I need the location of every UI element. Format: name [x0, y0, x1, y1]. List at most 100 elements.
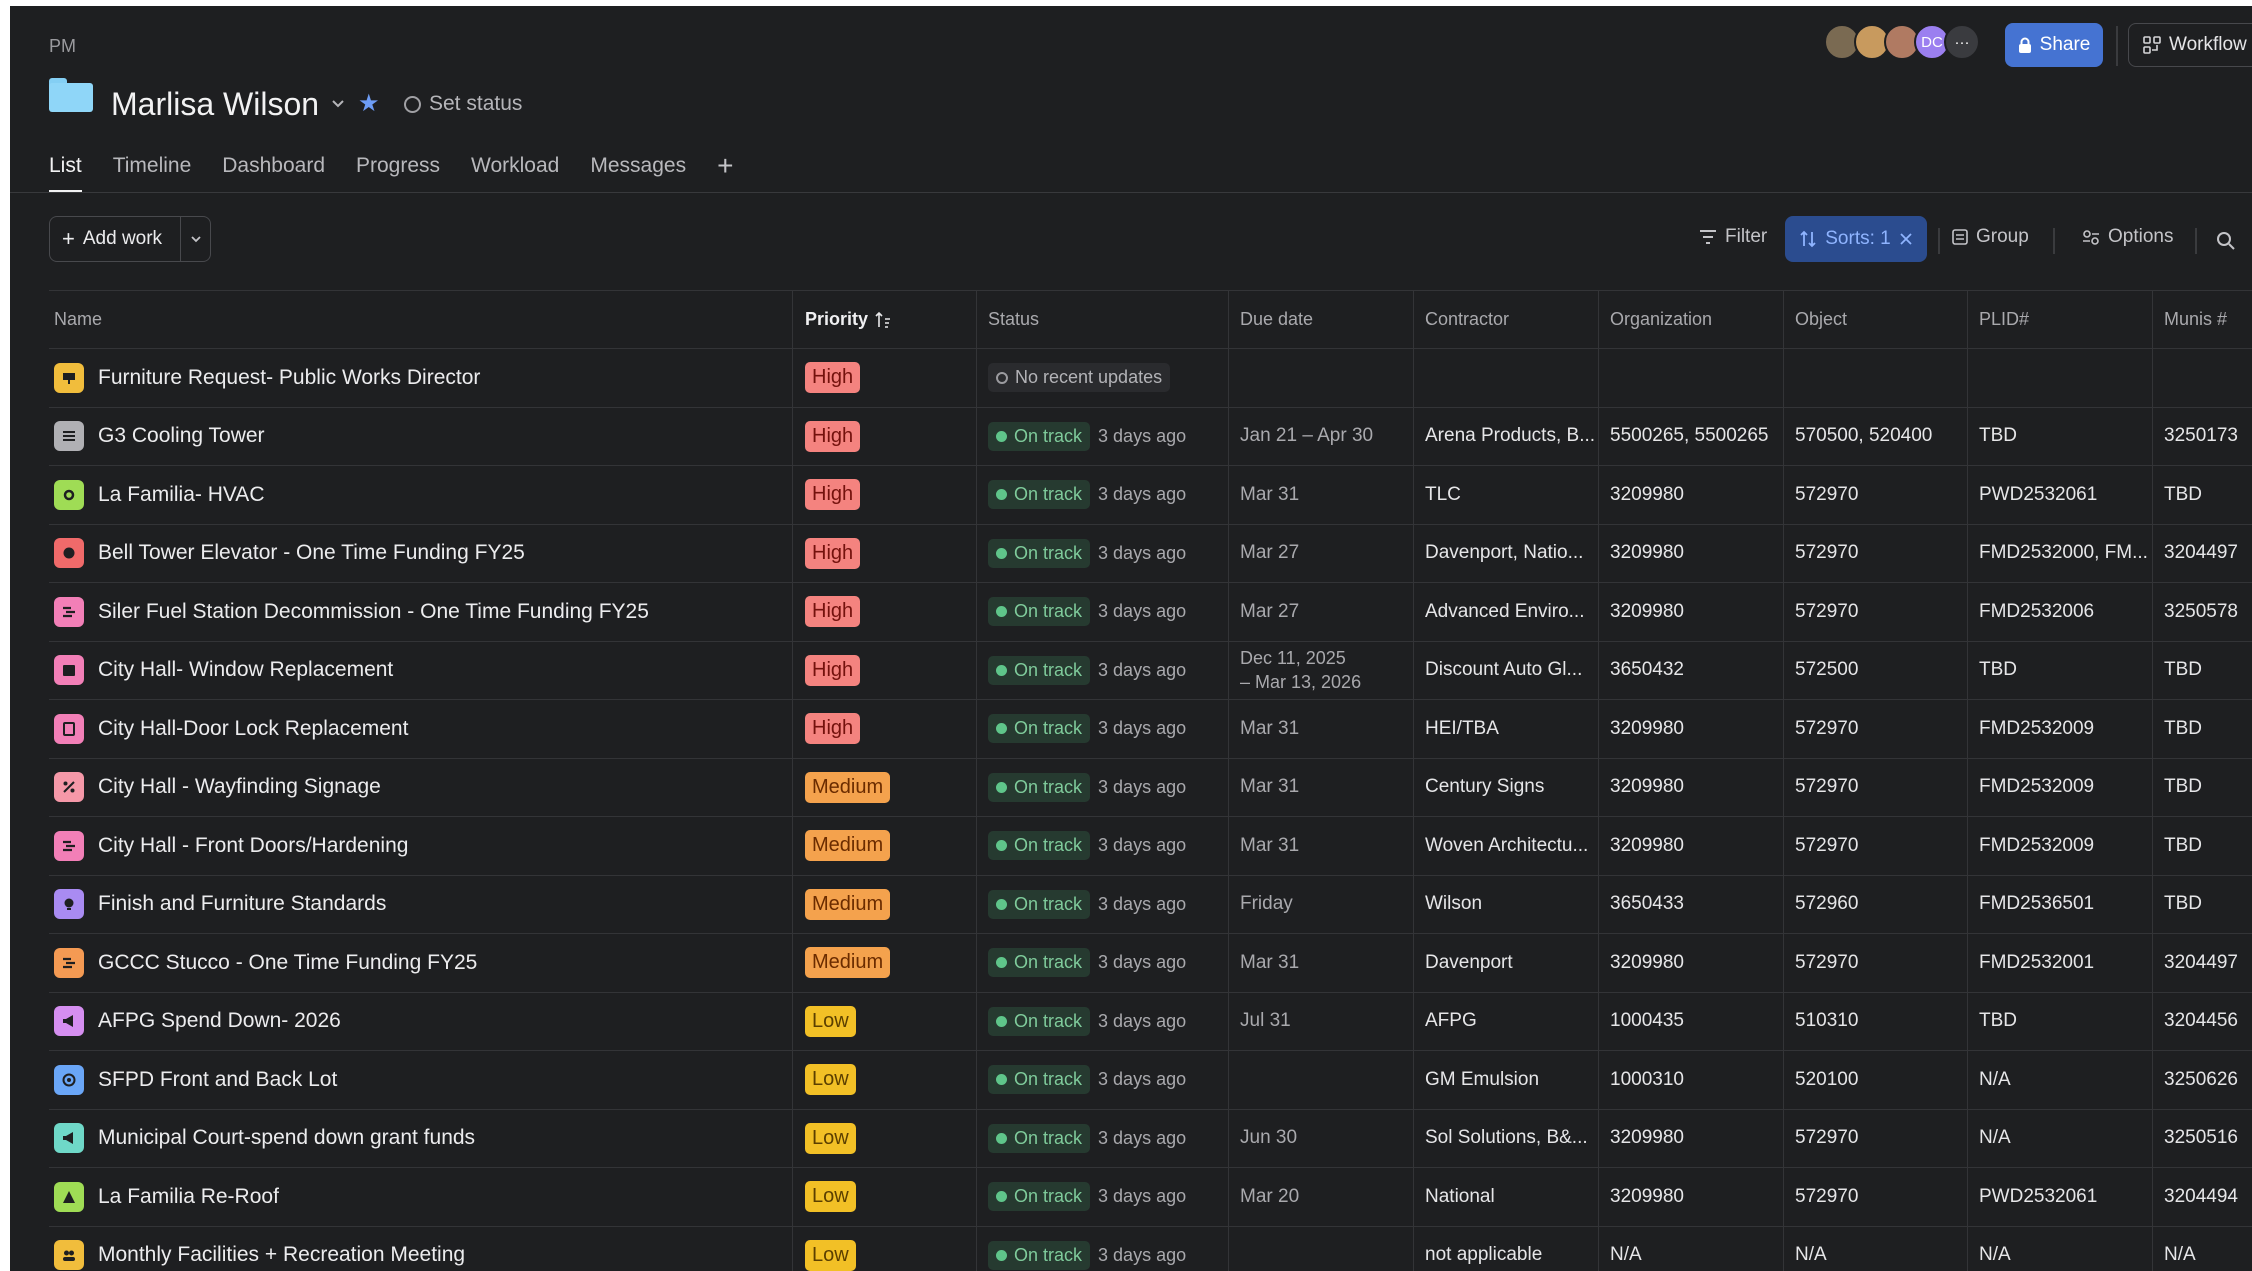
- priority-cell[interactable]: High: [793, 407, 977, 465]
- munis-cell[interactable]: TBD: [2153, 876, 2252, 934]
- tab-progress[interactable]: Progress: [356, 154, 440, 178]
- status-cell[interactable]: On track 3 days ago: [977, 758, 1229, 816]
- status-cell[interactable]: On track 3 days ago: [977, 407, 1229, 465]
- status-cell[interactable]: On track 3 days ago: [977, 875, 1229, 933]
- plid-cell[interactable]: FMD2532006: [1968, 583, 2153, 641]
- table-row[interactable]: City Hall-Door Lock Replacement High On …: [49, 700, 2252, 759]
- contractor-cell[interactable]: TLC: [1414, 466, 1599, 524]
- status-cell[interactable]: No recent updates: [977, 349, 1229, 407]
- contractor-cell[interactable]: AFPG: [1414, 992, 1599, 1050]
- object-cell[interactable]: 572970: [1784, 817, 1968, 875]
- set-status-button[interactable]: Set status: [404, 92, 522, 116]
- status-cell[interactable]: On track 3 days ago: [977, 1109, 1229, 1167]
- munis-cell[interactable]: TBD: [2153, 700, 2252, 758]
- munis-cell[interactable]: [2153, 349, 2252, 407]
- priority-cell[interactable]: High: [793, 700, 977, 758]
- status-cell[interactable]: On track 3 days ago: [977, 1226, 1229, 1271]
- add-work-main[interactable]: + Add work: [50, 217, 180, 261]
- object-cell[interactable]: 572970: [1784, 524, 1968, 582]
- column-header-plid[interactable]: PLID#: [1968, 291, 2153, 348]
- plid-cell[interactable]: TBD: [1968, 992, 2153, 1050]
- contractor-cell[interactable]: not applicable: [1414, 1226, 1599, 1271]
- table-row[interactable]: G3 Cooling Tower High On track 3 days ag…: [49, 407, 2252, 466]
- plid-cell[interactable]: PWD2532061: [1968, 1168, 2153, 1226]
- priority-cell[interactable]: Low: [793, 1051, 977, 1109]
- organization-cell[interactable]: 3650432: [1599, 641, 1784, 699]
- tab-workload[interactable]: Workload: [471, 154, 559, 178]
- plid-cell[interactable]: FMD2532009: [1968, 700, 2153, 758]
- task-name-cell[interactable]: Finish and Furniture Standards: [49, 875, 793, 933]
- due-date-cell[interactable]: Mar 27: [1229, 583, 1414, 641]
- organization-cell[interactable]: 3209980: [1599, 817, 1784, 875]
- table-row[interactable]: City Hall- Window Replacement High On tr…: [49, 641, 2252, 700]
- column-header-munis[interactable]: Munis #: [2153, 291, 2252, 348]
- plid-cell[interactable]: FMD2532000, FM...: [1968, 524, 2153, 582]
- munis-cell[interactable]: 3204456: [2153, 993, 2252, 1051]
- breadcrumb[interactable]: PM: [49, 36, 76, 57]
- task-name-cell[interactable]: City Hall- Window Replacement: [49, 641, 793, 699]
- organization-cell[interactable]: 3650433: [1599, 875, 1784, 933]
- munis-cell[interactable]: TBD: [2153, 759, 2252, 817]
- due-date-cell[interactable]: [1229, 1051, 1414, 1109]
- organization-cell[interactable]: 3209980: [1599, 583, 1784, 641]
- munis-cell[interactable]: N/A: [2153, 1227, 2252, 1271]
- more-members-avatar[interactable]: ···: [1944, 24, 1980, 60]
- due-date-cell[interactable]: Jul 31: [1229, 992, 1414, 1050]
- plid-cell[interactable]: TBD: [1968, 407, 2153, 465]
- tab-messages[interactable]: Messages: [590, 154, 686, 178]
- status-cell[interactable]: On track 3 days ago: [977, 466, 1229, 524]
- due-date-cell[interactable]: Mar 31: [1229, 934, 1414, 992]
- task-name-cell[interactable]: Bell Tower Elevator - One Time Funding F…: [49, 524, 793, 582]
- priority-cell[interactable]: High: [793, 641, 977, 699]
- column-header-priority[interactable]: Priority: [793, 291, 977, 348]
- organization-cell[interactable]: 3209980: [1599, 1168, 1784, 1226]
- priority-cell[interactable]: High: [793, 466, 977, 524]
- member-avatars[interactable]: DC ···: [1824, 24, 1980, 60]
- add-tab-icon[interactable]: +: [717, 152, 733, 180]
- status-cell[interactable]: On track 3 days ago: [977, 934, 1229, 992]
- due-date-cell[interactable]: Mar 20: [1229, 1168, 1414, 1226]
- task-name-cell[interactable]: G3 Cooling Tower: [49, 407, 793, 465]
- munis-cell[interactable]: 3250626: [2153, 1051, 2252, 1109]
- object-cell[interactable]: 572970: [1784, 583, 1968, 641]
- munis-cell[interactable]: TBD: [2153, 466, 2252, 524]
- plid-cell[interactable]: TBD: [1968, 641, 2153, 699]
- sorts-button[interactable]: Sorts: 1: [1785, 216, 1927, 262]
- task-name-cell[interactable]: City Hall-Door Lock Replacement: [49, 700, 793, 758]
- plid-cell[interactable]: PWD2532061: [1968, 466, 2153, 524]
- table-row[interactable]: Finish and Furniture Standards Medium On…: [49, 875, 2252, 934]
- column-header-status[interactable]: Status: [977, 291, 1229, 348]
- contractor-cell[interactable]: Discount Auto Gl...: [1414, 641, 1599, 699]
- munis-cell[interactable]: 3250578: [2153, 583, 2252, 641]
- due-date-cell[interactable]: Mar 31: [1229, 817, 1414, 875]
- plid-cell[interactable]: FMD2532001: [1968, 934, 2153, 992]
- due-date-cell[interactable]: Jan 21 – Apr 30: [1229, 407, 1414, 465]
- project-title[interactable]: Marlisa Wilson: [111, 86, 319, 123]
- status-cell[interactable]: On track 3 days ago: [977, 641, 1229, 699]
- due-date-cell[interactable]: Mar 27: [1229, 524, 1414, 582]
- contractor-cell[interactable]: Davenport, Natio...: [1414, 524, 1599, 582]
- column-header-due-date[interactable]: Due date: [1229, 291, 1414, 348]
- priority-cell[interactable]: Low: [793, 1226, 977, 1271]
- organization-cell[interactable]: [1599, 349, 1784, 407]
- object-cell[interactable]: 572970: [1784, 758, 1968, 816]
- column-header-organization[interactable]: Organization: [1599, 291, 1784, 348]
- table-row[interactable]: Monthly Facilities + Recreation Meeting …: [49, 1226, 2252, 1271]
- contractor-cell[interactable]: Century Signs: [1414, 758, 1599, 816]
- search-icon[interactable]: [2216, 231, 2236, 251]
- table-row[interactable]: Municipal Court-spend down grant funds L…: [49, 1109, 2252, 1168]
- priority-cell[interactable]: Low: [793, 1109, 977, 1167]
- munis-cell[interactable]: 3250516: [2153, 1110, 2252, 1168]
- clear-sort-icon[interactable]: [1899, 232, 1913, 246]
- plid-cell[interactable]: N/A: [1968, 1051, 2153, 1109]
- due-date-cell[interactable]: Mar 31: [1229, 700, 1414, 758]
- due-date-cell[interactable]: Friday: [1229, 875, 1414, 933]
- munis-cell[interactable]: 3204494: [2153, 1168, 2252, 1226]
- tab-dashboard[interactable]: Dashboard: [222, 154, 325, 178]
- organization-cell[interactable]: 1000310: [1599, 1051, 1784, 1109]
- organization-cell[interactable]: 3209980: [1599, 934, 1784, 992]
- priority-cell[interactable]: Low: [793, 992, 977, 1050]
- organization-cell[interactable]: 3209980: [1599, 700, 1784, 758]
- priority-cell[interactable]: High: [793, 349, 977, 407]
- object-cell[interactable]: 572970: [1784, 700, 1968, 758]
